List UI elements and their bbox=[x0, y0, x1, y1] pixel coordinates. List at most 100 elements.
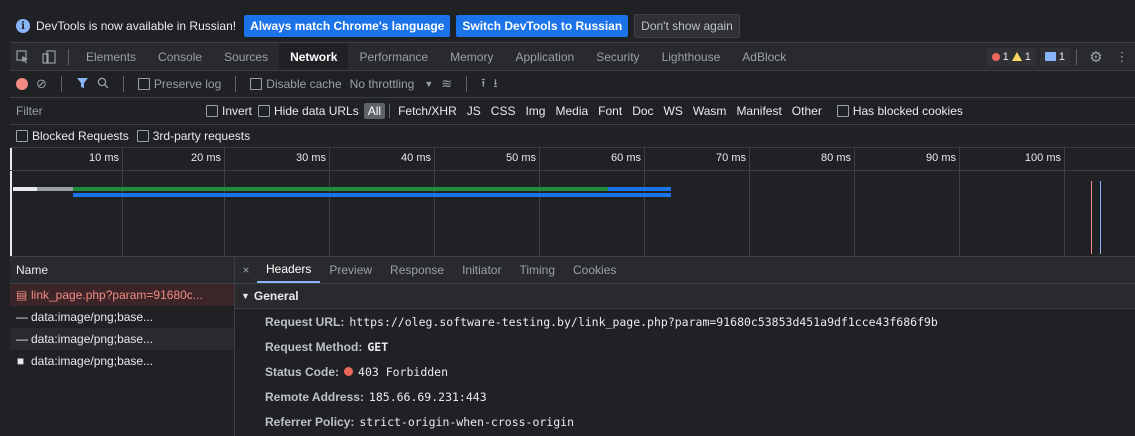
divider bbox=[122, 76, 124, 92]
filter-bar: Filter Invert Hide data URLs All Fetch/X… bbox=[10, 98, 1135, 125]
tab-initiator[interactable]: Initiator bbox=[453, 257, 510, 283]
tab-response[interactable]: Response bbox=[381, 257, 453, 283]
tab-application[interactable]: Application bbox=[504, 43, 585, 70]
tab-sources[interactable]: Sources bbox=[213, 43, 279, 70]
tab-security[interactable]: Security bbox=[585, 43, 650, 70]
filter-type-other[interactable]: Other bbox=[788, 103, 826, 119]
error-icon bbox=[991, 52, 1000, 61]
request-list: Name ▤ link_page.php?param=91680c... — d… bbox=[10, 257, 235, 436]
has-blocked-cookies-label: Has blocked cookies bbox=[852, 104, 963, 118]
filter-type-fetch-xhr[interactable]: Fetch/XHR bbox=[394, 103, 461, 119]
request-row[interactable]: — data:image/png;base... bbox=[10, 306, 234, 328]
network-conditions-icon[interactable]: ≋ bbox=[441, 76, 452, 92]
hide-data-urls-label: Hide data URLs bbox=[274, 104, 359, 118]
divider bbox=[68, 48, 69, 65]
clear-icon[interactable]: ⊘ bbox=[36, 76, 47, 92]
infobar-message: DevTools is now available in Russian! bbox=[36, 19, 237, 33]
request-method-value: GET bbox=[367, 339, 389, 354]
grid-line bbox=[329, 148, 330, 256]
request-url-label: Request URL: bbox=[265, 314, 345, 329]
divider bbox=[1076, 48, 1077, 65]
preserve-log-checkbox[interactable]: Preserve log bbox=[137, 77, 222, 91]
filter-input[interactable]: Filter bbox=[16, 101, 206, 121]
preserve-log-label: Preserve log bbox=[153, 77, 222, 91]
tab-elements[interactable]: Elements bbox=[75, 43, 147, 70]
document-icon: ▤ bbox=[16, 288, 28, 302]
divider bbox=[60, 76, 62, 92]
timeline-overview[interactable]: 10 ms 20 ms 30 ms 40 ms 50 ms 60 ms 70 m… bbox=[10, 148, 1135, 257]
tab-timing[interactable]: Timing bbox=[510, 257, 564, 283]
request-row[interactable]: ▤ link_page.php?param=91680c... bbox=[10, 284, 234, 306]
status-code-value: 403 Forbidden bbox=[358, 364, 449, 379]
invert-checkbox[interactable]: Invert bbox=[206, 104, 252, 118]
tab-preview[interactable]: Preview bbox=[320, 257, 381, 283]
network-lower-panel: Name ▤ link_page.php?param=91680c... — d… bbox=[10, 257, 1135, 436]
divider bbox=[466, 76, 468, 92]
timing-bar-stalled bbox=[37, 187, 73, 191]
hide-data-urls-checkbox[interactable]: Hide data URLs bbox=[258, 104, 359, 118]
referrer-policy-label: Referrer Policy: bbox=[265, 414, 355, 429]
load-event-line bbox=[1091, 181, 1092, 254]
dash-icon: — bbox=[16, 310, 28, 324]
switch-language-button[interactable]: Switch DevTools to Russian bbox=[456, 15, 629, 37]
tick-label-30ms: 30 ms bbox=[296, 152, 326, 164]
third-party-requests-label: 3rd-party requests bbox=[152, 129, 251, 143]
record-icon[interactable] bbox=[16, 78, 28, 90]
timeline-cursor[interactable] bbox=[10, 148, 12, 256]
tab-adblock[interactable]: AdBlock bbox=[731, 43, 797, 70]
request-row[interactable]: — data:image/png;base... bbox=[10, 328, 234, 350]
has-blocked-cookies-checkbox[interactable]: Has blocked cookies bbox=[836, 104, 963, 118]
referrer-policy-row: Referrer Policy: strict-origin-when-cros… bbox=[235, 409, 1135, 434]
tab-cookies[interactable]: Cookies bbox=[564, 257, 625, 283]
third-party-requests-checkbox[interactable]: 3rd-party requests bbox=[136, 129, 251, 143]
import-har-icon[interactable]: ⭱ bbox=[481, 74, 485, 95]
gear-icon[interactable]: ⚙ bbox=[1083, 44, 1109, 70]
issues-badge[interactable]: 1 1 bbox=[986, 47, 1036, 66]
messages-badge[interactable]: 1 bbox=[1039, 47, 1070, 66]
request-details: × Headers Preview Response Initiator Tim… bbox=[235, 257, 1135, 436]
grid-line bbox=[539, 148, 540, 256]
throttling-select[interactable]: No throttling ▼ bbox=[350, 77, 434, 91]
inspect-element-icon[interactable] bbox=[10, 44, 36, 70]
request-url-row: Request URL: https://oleg.software-testi… bbox=[235, 309, 1135, 334]
filter-type-font[interactable]: Font bbox=[594, 103, 626, 119]
search-icon[interactable] bbox=[97, 77, 109, 92]
tab-network[interactable]: Network bbox=[279, 43, 349, 70]
filter-type-js[interactable]: JS bbox=[463, 103, 485, 119]
filter-type-all[interactable]: All bbox=[363, 103, 386, 119]
filter-type-media[interactable]: Media bbox=[551, 103, 592, 119]
filter-type-wasm[interactable]: Wasm bbox=[689, 103, 731, 119]
blocked-requests-checkbox[interactable]: Blocked Requests bbox=[16, 129, 129, 143]
request-row[interactable]: ■ data:image/png;base... bbox=[10, 350, 234, 372]
devtools-window: i DevTools is now available in Russian! … bbox=[10, 10, 1135, 436]
export-har-icon[interactable]: ⭳ bbox=[493, 74, 497, 95]
disable-cache-checkbox[interactable]: Disable cache bbox=[250, 77, 342, 91]
filter-type-css[interactable]: CSS bbox=[487, 103, 520, 119]
filter-funnel-icon[interactable] bbox=[76, 77, 89, 92]
general-section-header[interactable]: ▼ General bbox=[235, 284, 1135, 309]
device-toolbar-icon[interactable] bbox=[36, 44, 62, 70]
dont-show-again-button[interactable]: Don't show again bbox=[634, 14, 740, 38]
filter-type-img[interactable]: Img bbox=[521, 103, 549, 119]
tab-console[interactable]: Console bbox=[147, 43, 213, 70]
tab-headers[interactable]: Headers bbox=[257, 257, 321, 283]
info-icon: i bbox=[16, 19, 30, 33]
filter-type-manifest[interactable]: Manifest bbox=[732, 103, 785, 119]
more-options-icon[interactable]: ⋮ bbox=[1109, 44, 1135, 70]
request-method-row: Request Method: GET bbox=[235, 334, 1135, 359]
chevron-down-icon: ▼ bbox=[424, 79, 434, 89]
filter-type-doc[interactable]: Doc bbox=[628, 103, 657, 119]
tab-lighthouse[interactable]: Lighthouse bbox=[651, 43, 732, 70]
tab-memory[interactable]: Memory bbox=[439, 43, 504, 70]
request-url-value: https://oleg.software-testing.by/link_pa… bbox=[349, 314, 938, 329]
filter-type-ws[interactable]: WS bbox=[660, 103, 687, 119]
name-column-header[interactable]: Name bbox=[10, 257, 234, 284]
divider bbox=[235, 76, 237, 92]
close-icon[interactable]: × bbox=[235, 263, 257, 277]
tick-label-80ms: 80 ms bbox=[821, 152, 851, 164]
timing-bar-total bbox=[73, 193, 671, 197]
warning-count: 1 bbox=[1024, 50, 1031, 63]
panel-tabbar: Elements Console Sources Network Perform… bbox=[10, 43, 1135, 71]
tab-performance[interactable]: Performance bbox=[348, 43, 439, 70]
always-match-language-button[interactable]: Always match Chrome's language bbox=[244, 15, 451, 37]
